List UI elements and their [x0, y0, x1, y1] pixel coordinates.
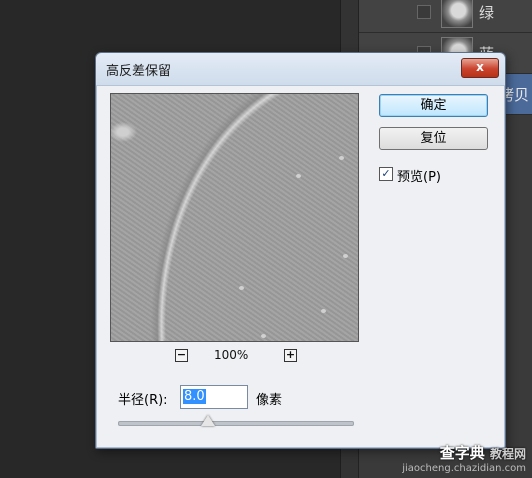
radius-unit: 像素 [256, 393, 283, 408]
texture-speck [239, 286, 244, 290]
radius-input[interactable]: 8.0 [180, 385, 248, 409]
texture-speck [321, 309, 326, 313]
layer-name: 绿 [479, 4, 495, 22]
zoom-out-button[interactable]: − [175, 349, 188, 362]
texture-speck [339, 156, 344, 160]
watermark-logo: 查字典 教程网 [402, 442, 526, 463]
watermark-main: 查字典 [439, 444, 485, 462]
watermark-sub: 教程网 [489, 447, 526, 461]
reset-button[interactable]: 复位 [379, 127, 488, 150]
radius-value: 8.0 [183, 389, 206, 404]
preview-checkbox-label: 预览(P) [397, 170, 441, 185]
high-pass-dialog: 高反差保留 x − 100% + 确定 复位 ✓ 预览(P) 半径(R): 8.… [95, 52, 506, 449]
zoom-in-button[interactable]: + [284, 349, 297, 362]
radius-slider-track[interactable] [118, 421, 354, 426]
dialog-titlebar[interactable]: 高反差保留 x [96, 53, 505, 86]
filter-preview[interactable] [110, 93, 359, 342]
dialog-title: 高反差保留 [106, 64, 172, 79]
watermark: 查字典 教程网 jiaocheng.chazidian.com [402, 442, 526, 474]
texture-speck [343, 254, 348, 258]
ok-button[interactable]: 确定 [379, 94, 488, 117]
radius-slider-thumb[interactable] [200, 415, 215, 426]
layer-thumbnail [441, 0, 473, 28]
zoom-level: 100% [214, 348, 249, 362]
radius-label: 半径(R): [118, 393, 168, 408]
visibility-toggle[interactable] [417, 5, 431, 19]
close-button[interactable]: x [461, 58, 499, 78]
texture-speck [296, 174, 301, 178]
preview-checkbox[interactable]: ✓ [379, 167, 393, 181]
layer-row[interactable]: 绿 [359, 0, 532, 33]
texture-speck [261, 334, 266, 338]
watermark-url: jiaocheng.chazidian.com [402, 463, 526, 474]
zoom-controls: − 100% + [110, 348, 357, 364]
